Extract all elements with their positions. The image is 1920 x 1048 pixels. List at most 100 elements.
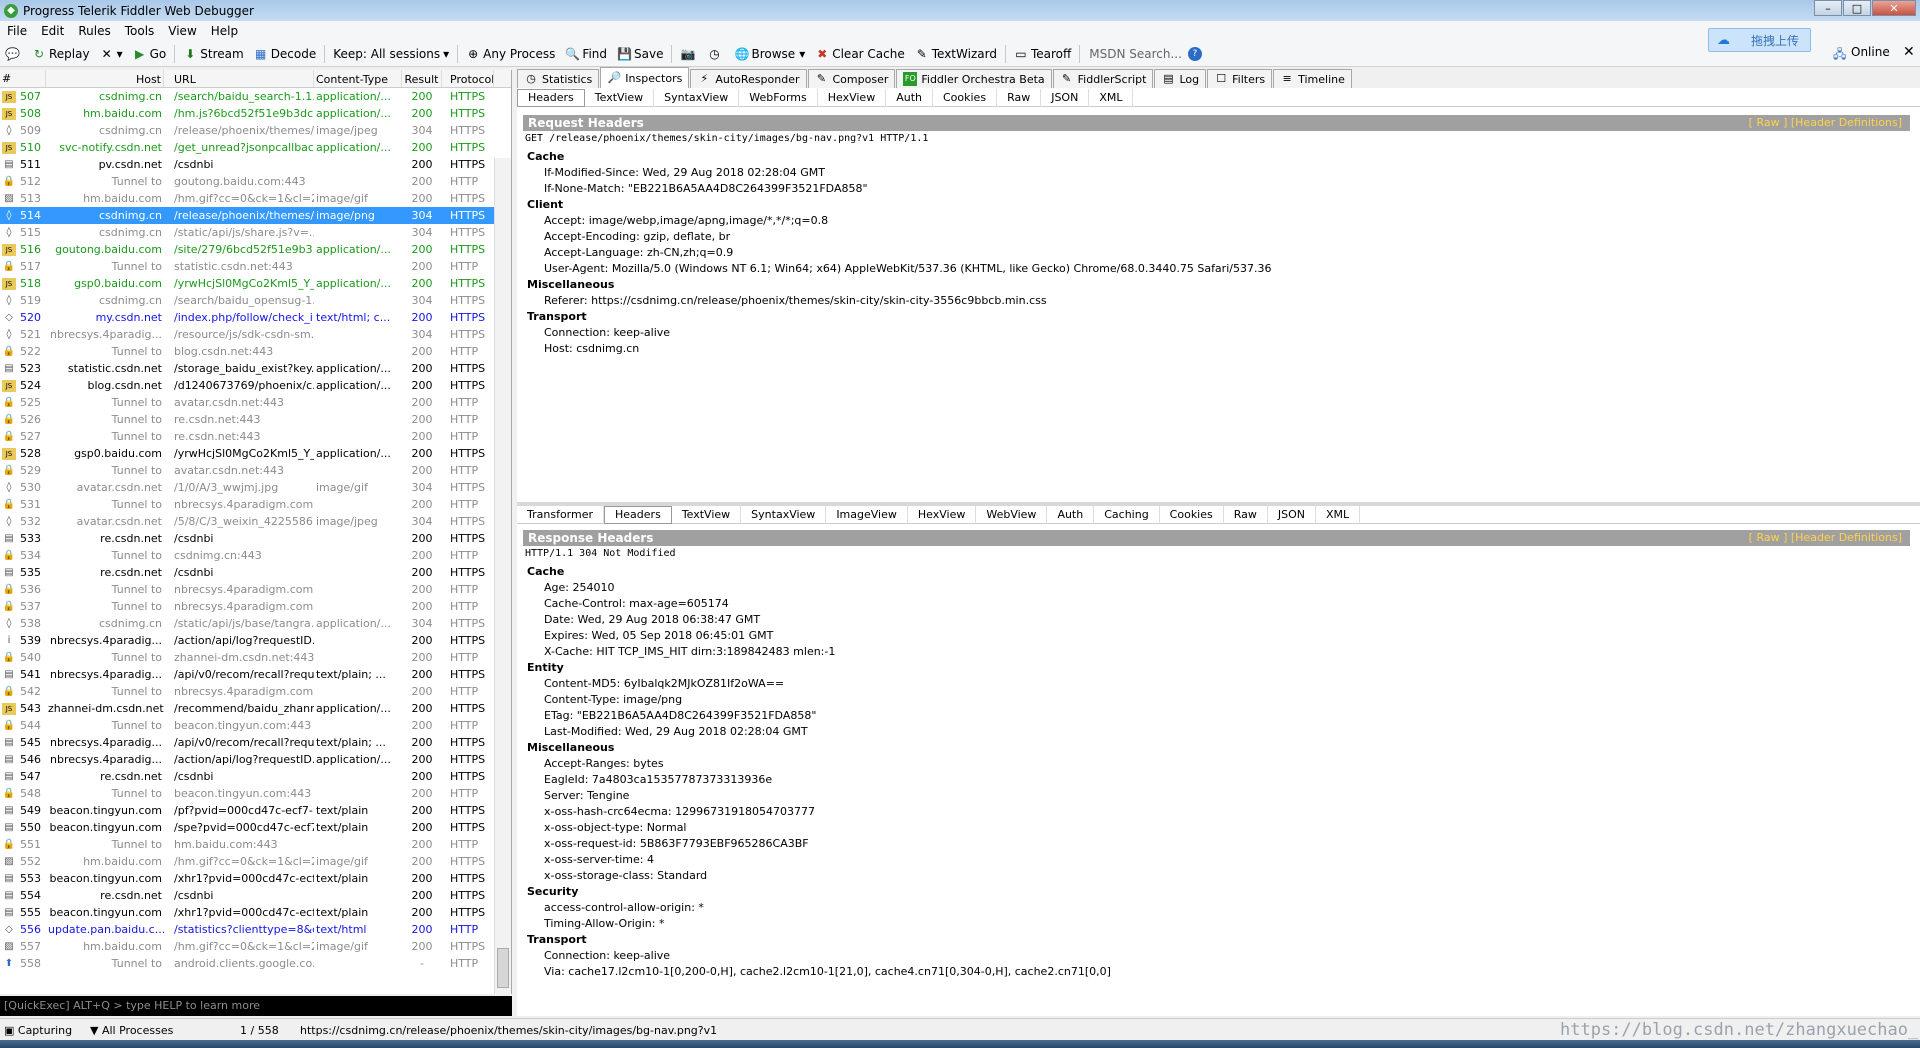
response-tab-auth[interactable]: Auth [1047,505,1095,524]
session-row[interactable]: ◇ 520 my.csdn.net/index.php/follow/check_i… [0,309,511,326]
tab-autoresponder[interactable]: ⚡ AutoResponder [690,69,807,88]
response-tab-syntaxview[interactable]: SyntaxView [741,505,827,524]
response-tab-webview[interactable]: WebView [976,505,1048,524]
header-item[interactable]: access-control-allow-origin: * [527,900,1111,916]
column-header-protocol[interactable]: Protocol [442,70,494,87]
response-tab-imageview[interactable]: ImageView [826,505,908,524]
session-row[interactable]: ⬆ 558 Tunnel to android.clients.google.co..… [0,955,511,972]
tab-inspectors[interactable]: 🔎 Inspectors [600,67,690,88]
scrollbar-thumb[interactable] [497,948,509,988]
msdn-search-input[interactable]: MSDN Search... [1083,47,1188,61]
menu-view[interactable]: View [161,24,203,38]
session-row[interactable]: 🔒 522 Tunnel to blog.csdn.net:443 200 HTTP [0,343,511,360]
session-row[interactable]: 🔒 529 Tunnel to avatar.csdn.net:443 200 HTTP [0,462,511,479]
header-item[interactable]: Content-Type: image/png [527,692,1111,708]
clear-cache-button[interactable]: ✖ Clear Cache [810,43,910,65]
session-row[interactable]: ▤ 553 beacon.tingyun.com/xhr1?pvid=000cd47… [0,870,511,887]
session-row[interactable]: JS 524 blog.csdn.net/d1240673769/phoenix/c… [0,377,511,394]
session-row[interactable]: 🔒 537 Tunnel to nbrecsys.4paradigm.com:... 2… [0,598,511,615]
response-tab-cookies[interactable]: Cookies [1160,505,1224,524]
tab-log[interactable]: ▤ Log [1154,69,1207,88]
session-row[interactable]: JS 516 goutong.baidu.com/site/279/6bcd52f5… [0,241,511,258]
tab-fiddlerscript[interactable]: ✎ FiddlerScript [1052,69,1154,88]
session-row[interactable]: JS 508 hm.baidu.com/hm.js?6bcd52f51e9b3dc.… [0,105,511,122]
tab-filters[interactable]: ☐ Filters [1207,69,1273,88]
quickexec-input[interactable]: [QuickExec] ALT+Q > type HELP to learn m… [0,996,512,1016]
session-row[interactable]: 🔒 517 Tunnel to statistic.csdn.net:443 200 HT… [0,258,511,275]
vertical-scrollbar[interactable] [494,158,511,994]
tab-statistics[interactable]: ◷ Statistics [517,69,600,88]
session-row[interactable]: 🔒 536 Tunnel to nbrecsys.4paradigm.com:... 2… [0,581,511,598]
column-header-contenttype[interactable]: Content-Type [314,70,402,87]
session-row[interactable]: ◊ 519 csdnimg.cn/search/baidu_opensug-1...… [0,292,511,309]
header-item[interactable]: x-oss-request-id: 5B863F7793EBF965286CA3… [527,836,1111,852]
session-row[interactable]: ▤ 546 nbrecsys.4paradig... /action/api/log?… [0,751,511,768]
header-item[interactable]: x-oss-object-type: Normal [527,820,1111,836]
session-row[interactable]: ▤ 541 nbrecsys.4paradig... /api/v0/recom/re… [0,666,511,683]
minimize-icon[interactable]: – [1814,0,1842,16]
header-item[interactable]: Referer: https://csdnimg.cn/release/phoe… [527,293,1271,309]
header-item[interactable]: Connection: keep-alive [527,325,1271,341]
screenshot-button[interactable]: 📷 [675,43,702,65]
header-item[interactable]: Last-Modified: Wed, 29 Aug 2018 02:28:04… [527,724,1111,740]
session-row[interactable]: ◊ 532 avatar.csdn.net/5/8/C/3_weixin_42255… [0,513,511,530]
session-row[interactable]: 🔒 527 Tunnel to re.csdn.net:443 200 HTTP [0,428,511,445]
menu-help[interactable]: Help [204,24,245,38]
header-item[interactable]: User-Agent: Mozilla/5.0 (Windows NT 6.1;… [527,261,1271,277]
close-icon[interactable]: ✕ [1872,0,1916,16]
tab-fiddler-orchestra-beta[interactable]: FO Fiddler Orchestra Beta [896,69,1052,88]
timer-button[interactable]: ◷ [702,43,729,65]
header-item[interactable]: Accept: image/webp,image/apng,image/*,*/… [527,213,1271,229]
session-row[interactable]: JS 510 svc-notify.csdn.net/get_unread?json… [0,139,511,156]
menu-edit[interactable]: Edit [34,24,71,38]
go-button[interactable]: ▶ Go [128,43,172,65]
column-header-url[interactable]: URL [164,70,314,87]
capturing-indicator[interactable]: ▣ Capturing [4,1024,72,1037]
request-tab-hexview[interactable]: HexView [818,88,887,107]
header-item[interactable]: Accept-Language: zh-CN,zh;q=0.9 [527,245,1271,261]
header-item[interactable]: Accept-Encoding: gzip, deflate, br [527,229,1271,245]
browse-button[interactable]: 🌐 Browse ▾ [729,43,810,65]
session-row[interactable]: ◊ 521 nbrecsys.4paradig... /resource/js/sdk… [0,326,511,343]
header-item[interactable]: Timing-Allow-Origin: * [527,916,1111,932]
session-row[interactable]: 🔒 540 Tunnel to zhannei-dm.csdn.net:443 200 H… [0,649,511,666]
response-tab-caching[interactable]: Caching [1094,505,1160,524]
session-row[interactable]: ▨ 557 hm.baidu.com/hm.gif?cc=0&ck=1&cl=2..… [0,938,511,955]
header-item[interactable]: x-oss-hash-crc64ecma: 129967319180547037… [527,804,1111,820]
help-icon[interactable]: ? [1187,46,1202,61]
header-item[interactable]: Server: Tengine [527,788,1111,804]
session-row[interactable]: 🔒 512 Tunnel to goutong.baidu.com:443 200 HTT… [0,173,511,190]
column-header-host[interactable]: Host [46,70,164,87]
menu-file[interactable]: File [0,24,34,38]
tearoff-button[interactable]: ▭ Tearoff [1009,43,1076,65]
request-tab-cookies[interactable]: Cookies [933,88,998,107]
response-tab-xml[interactable]: XML [1316,505,1361,524]
session-row[interactable]: 🔒 534 Tunnel to csdnimg.cn:443 200 HTTP [0,547,511,564]
menu-rules[interactable]: Rules [71,24,117,38]
response-raw-links[interactable]: [ Raw ] [Header Definitions] [1749,531,1902,544]
session-row[interactable]: ▤ 547 re.csdn.net/csdnbi 200 HTTPS [0,768,511,785]
session-row[interactable]: JS 507 csdnimg.cn/search/baidu_search-1.1.… [0,88,511,105]
session-row[interactable]: ◇ 556 update.pan.baidu.c... /statistics?cli… [0,921,511,938]
request-tab-json[interactable]: JSON [1041,88,1090,107]
session-row[interactable]: ◊ 509 csdnimg.cn/release/phoenix/themes/..… [0,122,511,139]
session-row[interactable]: 🔒 526 Tunnel to re.csdn.net:443 200 HTTP [0,411,511,428]
column-header-id[interactable]: # [0,70,46,87]
session-row[interactable]: ▤ 554 re.csdn.net/csdnbi 200 HTTPS [0,887,511,904]
header-item[interactable]: X-Cache: HIT TCP_IMS_HIT dirn:3:18984248… [527,644,1111,660]
close-icon[interactable]: ✕ [1903,44,1915,60]
header-item[interactable]: Connection: keep-alive [527,948,1111,964]
session-row[interactable]: ▤ 533 re.csdn.net/csdnbi 200 HTTPS [0,530,511,547]
session-row[interactable]: ▨ 552 hm.baidu.com/hm.gif?cc=0&ck=1&cl=2..… [0,853,511,870]
header-item[interactable]: EagleId: 7a4803ca15357787373313936e [527,772,1111,788]
session-row[interactable]: JS 528 gsp0.baidu.com/yrwHcjSl0MgCo2Kml5_Y… [0,445,511,462]
column-header-result[interactable]: Result [402,70,442,87]
tab-timeline[interactable]: ≡ Timeline [1273,69,1352,88]
textwizard-button[interactable]: ✎ TextWizard [910,43,1002,65]
session-row[interactable]: JS 543 zhannei-dm.csdn.net/recommend/baidu… [0,700,511,717]
upload-button[interactable]: ☁ 拖拽上传 [1708,28,1811,52]
request-raw-links[interactable]: [ Raw ] [Header Definitions] [1749,116,1902,129]
header-item[interactable]: Expires: Wed, 05 Sep 2018 06:45:01 GMT [527,628,1111,644]
remove-button[interactable]: ✕ ▾ [95,43,128,65]
response-tab-headers[interactable]: Headers [604,505,672,524]
